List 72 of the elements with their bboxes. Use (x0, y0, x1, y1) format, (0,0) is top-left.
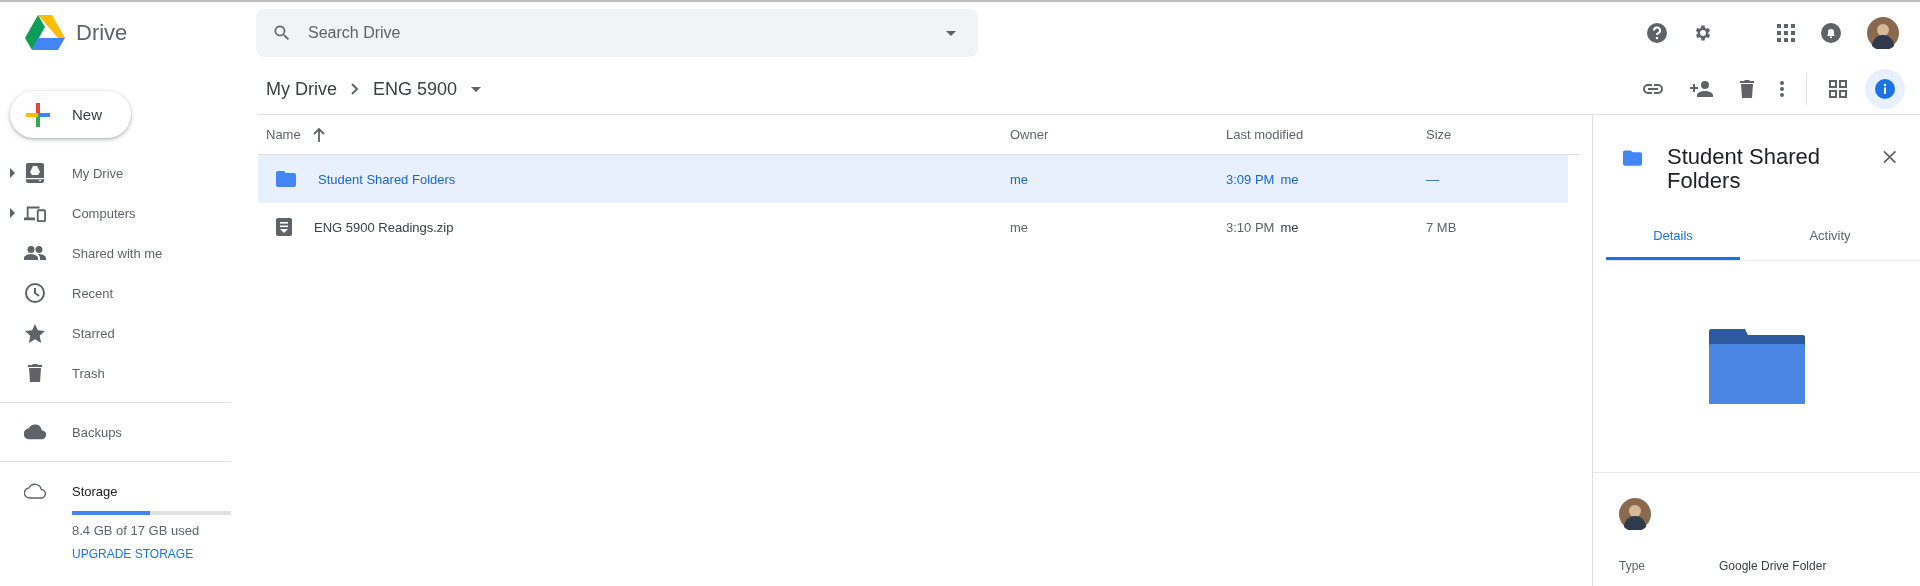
info-icon (1875, 79, 1895, 99)
owner-cell: me (1010, 171, 1029, 187)
file-name: ENG 5900 Readings.zip (314, 219, 454, 235)
modified-time: 3:10 PM (1226, 219, 1275, 235)
cloud-outline-icon (24, 483, 46, 499)
search-field[interactable]: Search Drive (306, 23, 932, 43)
sidebar-item[interactable]: Starred (0, 313, 258, 353)
sort-ascending-icon[interactable] (312, 127, 325, 142)
modified-by: me (1280, 219, 1299, 235)
archive-file-icon (276, 218, 292, 236)
star-icon (25, 323, 45, 343)
panel-title: Student Shared Folders (1667, 145, 1821, 193)
expand-icon[interactable] (10, 208, 15, 218)
storage-label: Storage (72, 483, 118, 499)
size-cell: — (1426, 171, 1439, 187)
sidebar-item[interactable]: Backups (0, 412, 258, 452)
size-cell: 7 MB (1426, 219, 1457, 235)
add-person-icon[interactable] (1690, 81, 1714, 97)
cloud-icon (24, 424, 46, 440)
modified-time: 3:09 PM (1226, 171, 1275, 187)
folder-icon (276, 171, 296, 187)
drive-logo-icon (25, 15, 65, 51)
people-icon (24, 246, 46, 260)
avatar[interactable] (1867, 17, 1899, 49)
help-icon[interactable] (1647, 23, 1667, 43)
new-button[interactable]: New (10, 91, 131, 138)
sidebar-item[interactable]: Recent (0, 273, 258, 313)
trash-icon[interactable] (1740, 80, 1754, 98)
file-row[interactable]: ENG 5900 Readings.zip me 3:10 PM me 7 MB (258, 203, 1568, 251)
expand-icon[interactable] (10, 168, 15, 178)
app-name: Drive (76, 20, 128, 46)
sidebar-item[interactable]: My Drive (0, 153, 258, 193)
avatar (1619, 498, 1651, 530)
notifications-icon[interactable] (1821, 23, 1841, 43)
file-row[interactable]: Student Shared Folders me 3:09 PM me — (258, 155, 1568, 203)
property-value: Google Drive Folder (1719, 559, 1827, 573)
folder-icon (1623, 150, 1643, 166)
column-header[interactable]: Last modified (1226, 127, 1304, 142)
computers-icon (24, 204, 46, 222)
file-name: Student Shared Folders (318, 171, 456, 187)
chevron-right-icon (351, 83, 359, 95)
dropdown-icon[interactable] (471, 86, 482, 92)
more-options-icon[interactable] (1780, 81, 1784, 97)
upgrade-storage-link[interactable]: UPGRADE STORAGE (72, 547, 194, 561)
settings-icon[interactable] (1693, 23, 1713, 43)
plus-icon (26, 102, 50, 127)
clock-icon (25, 283, 45, 303)
trash-icon (28, 364, 42, 382)
link-icon[interactable] (1642, 83, 1664, 95)
breadcrumb-item[interactable]: My Drive (266, 78, 337, 100)
info-button[interactable] (1865, 69, 1905, 109)
sidebar-item[interactable]: Computers (0, 193, 258, 233)
folder-preview-icon (1708, 329, 1805, 404)
sidebar-item[interactable]: Shared with me (0, 233, 258, 273)
column-header[interactable]: Size (1426, 127, 1452, 142)
column-header[interactable]: Owner (1010, 127, 1049, 142)
column-header[interactable]: Name (266, 127, 301, 142)
modified-by: me (1280, 171, 1299, 187)
search-icon (272, 23, 292, 43)
panel-tab[interactable]: Details (1606, 213, 1740, 260)
panel-tab[interactable]: Activity (1740, 213, 1920, 260)
drive-icon (25, 163, 45, 183)
search-bar[interactable]: Search Drive (256, 9, 978, 57)
close-icon[interactable] (1882, 150, 1896, 164)
apps-grid-icon[interactable] (1777, 24, 1795, 42)
sidebar-item[interactable]: Trash (0, 353, 258, 393)
property-label: Type (1619, 559, 1646, 573)
breadcrumb-item[interactable]: ENG 5900 (373, 78, 458, 100)
grid-view-icon[interactable] (1829, 80, 1847, 98)
dropdown-icon[interactable] (946, 30, 956, 36)
owner-cell: me (1010, 219, 1029, 235)
storage-usage: 8.4 GB of 17 GB used (72, 523, 201, 538)
